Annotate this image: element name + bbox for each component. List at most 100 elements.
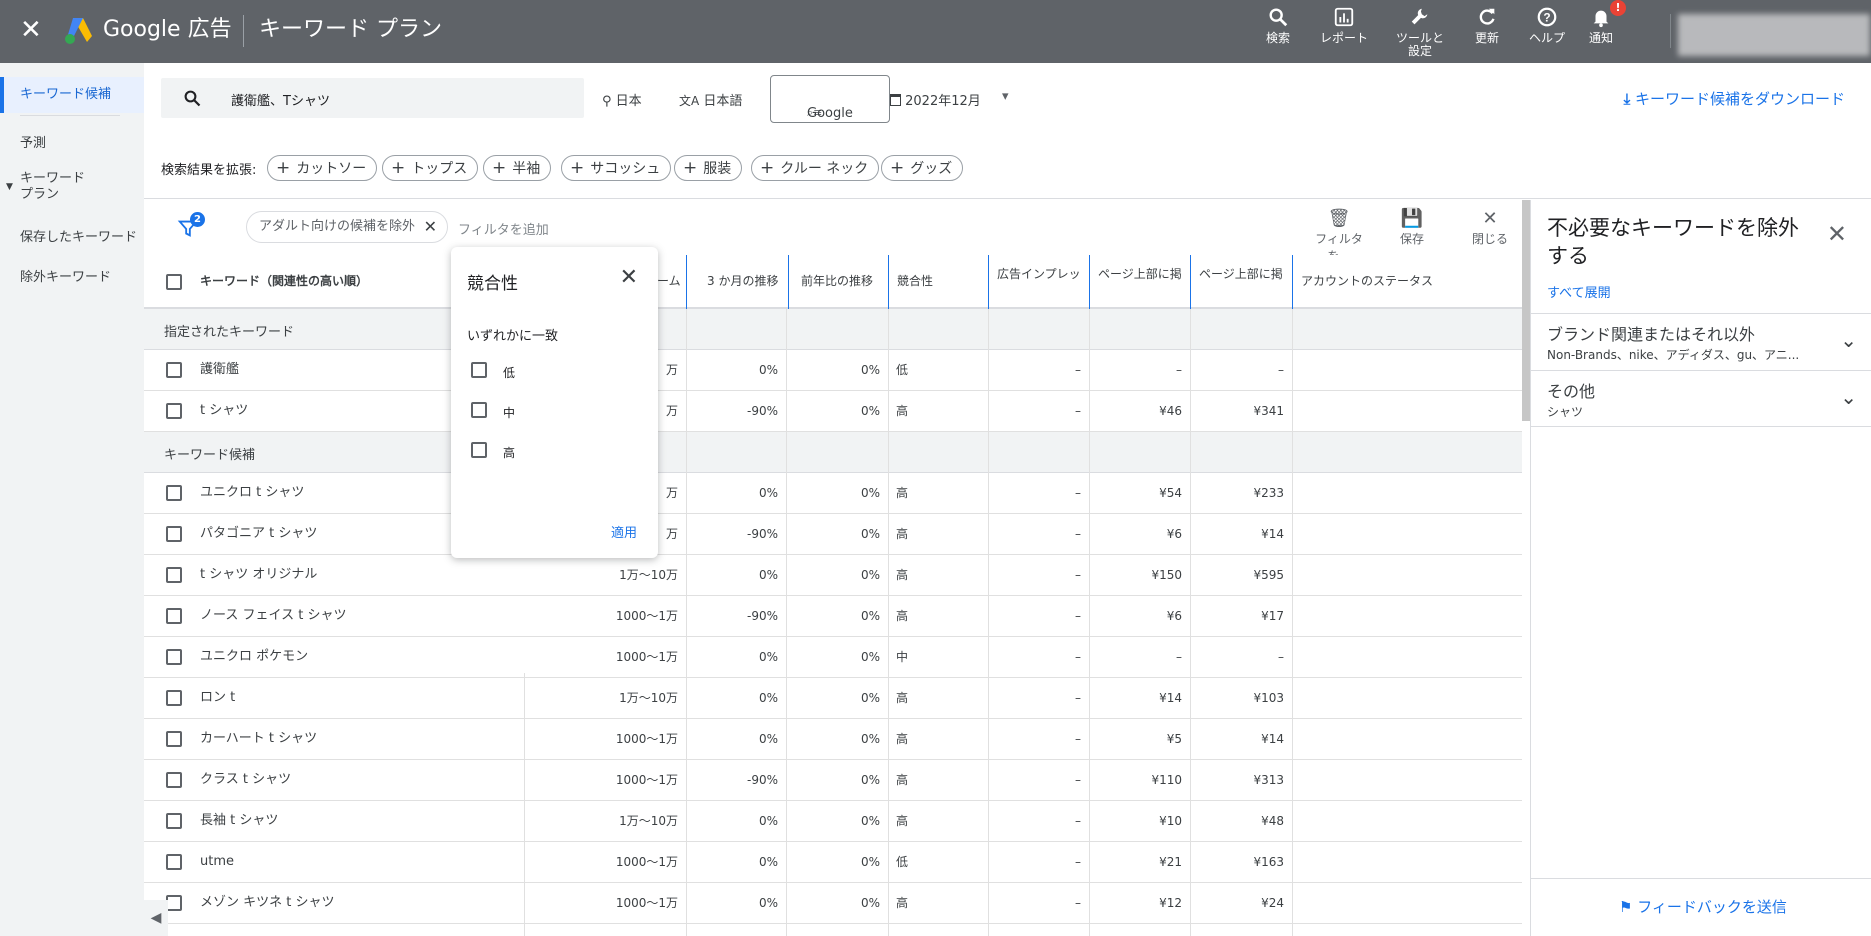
topnav-notifications[interactable]: ! 通知 — [1588, 0, 1626, 45]
sidebar-item-negative-keywords[interactable]: 除外キーワード — [0, 265, 144, 291]
expand-chip[interactable]: + カットソー — [267, 155, 378, 181]
checkbox[interactable] — [471, 362, 487, 378]
expand-chip[interactable]: + 服装 — [674, 155, 743, 181]
column-divider — [988, 309, 989, 936]
table-row: ノース フェイス t シャツ 1000～1万 -90% 0% 高 – ¥6 ¥17 — [144, 596, 1522, 637]
header-top-bid-high[interactable]: ページ上部に掲 — [1190, 255, 1292, 309]
competition-cell: 高 — [896, 814, 909, 828]
feedback-icon: ⚑ — [1619, 898, 1633, 916]
close-icon[interactable]: ✕ — [1827, 220, 1847, 248]
trend-yoy-cell: 0% — [860, 486, 880, 500]
expand-chip[interactable]: + トップス — [382, 155, 479, 181]
sidebar-item-forecast[interactable]: 予測 — [0, 131, 144, 157]
competition-cell: 低 — [896, 855, 909, 869]
volume-cell: 1000～1万 — [615, 896, 678, 910]
row-checkbox[interactable] — [166, 362, 182, 378]
trend-3m-cell: 0% — [758, 650, 778, 664]
remove-filter-icon[interactable]: ✕ — [424, 212, 437, 242]
divider — [1531, 878, 1871, 879]
select-all-checkbox[interactable] — [166, 274, 182, 290]
close-icon[interactable]: ✕ — [620, 265, 638, 290]
impression-cell: – — [1075, 691, 1081, 705]
active-filter-chip[interactable]: アダルト向けの候補を除外 ✕ — [246, 211, 449, 243]
row-checkbox[interactable] — [166, 526, 182, 542]
header-top-bid-low[interactable]: ページ上部に掲 — [1089, 255, 1191, 309]
competition-cell: 高 — [896, 486, 909, 500]
chevron-down-icon: ⌄ — [1840, 328, 1857, 352]
row-checkbox[interactable] — [166, 895, 182, 911]
trend-3m-cell: 0% — [758, 691, 778, 705]
search-input[interactable]: 護衛艦、Tシャツ — [161, 78, 584, 118]
table-row: utme 1000～1万 0% 0% 低 – ¥21 ¥163 — [144, 842, 1522, 883]
sidebar-item-keyword-ideas[interactable]: キーワード候補 — [0, 77, 144, 113]
keyword-cell: utme — [200, 854, 234, 869]
checkbox[interactable] — [471, 442, 487, 458]
row-checkbox[interactable] — [166, 813, 182, 829]
calendar-icon — [890, 94, 901, 106]
table-row: 長袖 t シャツ 1万～10万 0% 0% 高 – ¥10 ¥48 — [144, 801, 1522, 842]
expand-chip[interactable]: + サコッシュ — [561, 155, 672, 181]
header-impression-share[interactable]: 広告インプレッ — [988, 255, 1090, 309]
header-trend-3m[interactable]: 3 か月の推移 — [686, 255, 788, 309]
header-account-status[interactable]: アカウントのステータス — [1292, 255, 1492, 309]
row-checkbox[interactable] — [166, 649, 182, 665]
trend-yoy-cell: 0% — [860, 650, 880, 664]
row-checkbox[interactable] — [166, 403, 182, 419]
top-bid-low-cell: ¥6 — [1166, 609, 1182, 623]
plus-icon: + — [890, 158, 905, 178]
expand-chip[interactable]: + グッズ — [881, 155, 964, 181]
language-selector[interactable]: 文A 日本語 — [679, 90, 742, 109]
date-range-selector[interactable]: 2022年12月 ▾ — [890, 89, 1030, 109]
competition-filter-popup: 競合性 ✕ いずれかに一致 低 中 高 適用 — [451, 247, 658, 558]
divider — [20, 115, 120, 116]
row-checkbox[interactable] — [166, 485, 182, 501]
row-checkbox[interactable] — [166, 608, 182, 624]
add-filter-input[interactable]: フィルタを追加 — [458, 219, 549, 238]
download-keyword-ideas-link[interactable]: ⤓ キーワード候補をダウンロード — [1624, 88, 1845, 109]
table-scrollbar[interactable] — [1522, 200, 1530, 421]
row-checkbox[interactable] — [166, 690, 182, 706]
sidebar-item-keyword-plan[interactable]: ▼ キーワード プラン — [0, 171, 144, 203]
filter-button[interactable]: 2 — [177, 212, 207, 242]
caret-down-icon: ▼ — [6, 182, 13, 192]
network-selector[interactable]: ⌕≡ Google — [770, 75, 890, 123]
refine-group-brand[interactable]: ブランド関連またはそれ以外 Non-Brands、nike、アディダス、gu、ア… — [1531, 313, 1871, 370]
trend-3m-cell: -90% — [746, 404, 778, 418]
competition-cell: 高 — [896, 732, 909, 746]
top-bid-high-cell: ¥233 — [1253, 486, 1284, 500]
row-checkbox[interactable] — [166, 567, 182, 583]
apply-button[interactable]: 適用 — [611, 522, 637, 541]
location-selector[interactable]: ⚲ 日本 — [602, 90, 642, 109]
header-trend-yoy[interactable]: 前年比の推移 — [788, 255, 890, 309]
header-competition[interactable]: 競合性 — [888, 255, 990, 309]
topnav-help[interactable]: ? ヘルプ — [1526, 6, 1568, 45]
row-checkbox[interactable] — [166, 731, 182, 747]
refine-group-other[interactable]: その他 シャツ ⌄ — [1531, 370, 1871, 427]
expand-chip[interactable]: + クルー ネック — [751, 155, 880, 181]
impression-cell: – — [1075, 896, 1081, 910]
competition-cell: 高 — [896, 568, 909, 582]
expand-chip[interactable]: + 半袖 — [483, 155, 552, 181]
topnav-search[interactable]: 検索 — [1262, 6, 1294, 45]
close-filters-button[interactable]: ✕ 閉じる — [1470, 208, 1510, 247]
row-checkbox[interactable] — [166, 772, 182, 788]
account-info-blurred[interactable] — [1678, 14, 1870, 56]
topnav-tools[interactable]: ツールと 設定 — [1392, 6, 1448, 58]
volume-cell: 1000～1万 — [615, 773, 678, 787]
topnav-refresh[interactable]: 更新 — [1470, 6, 1504, 45]
topnav-report[interactable]: レポート — [1316, 6, 1372, 45]
filter-bar: 2 アダルト向けの候補を除外 ✕ フィルタを追加 🗑 フィルタを... 💾 保存… — [144, 200, 1522, 263]
checkbox[interactable] — [471, 402, 487, 418]
expand-results-label: 検索結果を拡張: — [161, 163, 257, 178]
save-filters-button[interactable]: 💾 保存 — [1397, 208, 1427, 247]
row-checkbox[interactable] — [166, 854, 182, 870]
keyword-cell: カーハート t シャツ — [200, 731, 318, 746]
translate-icon: 文A — [679, 94, 700, 108]
sidebar-item-saved-keywords[interactable]: 保存したキーワード — [0, 225, 144, 251]
expand-all-link[interactable]: すべて展開 — [1547, 282, 1611, 301]
top-bid-low-cell: ¥150 — [1151, 568, 1182, 582]
header-keyword[interactable]: キーワード（関連性の高い順） — [192, 255, 492, 309]
send-feedback-link[interactable]: ⚑ フィードバックを送信 — [1619, 896, 1787, 917]
scroll-left-icon[interactable]: ◀ — [144, 900, 168, 936]
close-icon[interactable]: ✕ — [20, 15, 42, 45]
